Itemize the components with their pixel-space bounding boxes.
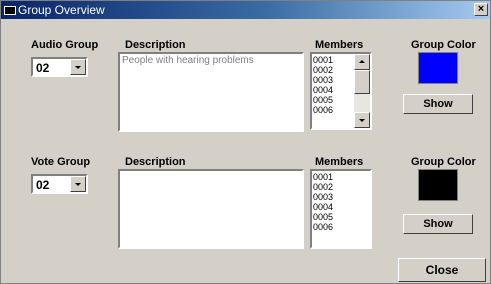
list-item[interactable]: 0004 xyxy=(313,202,333,212)
vote-members-label: Members xyxy=(315,156,364,168)
list-item[interactable]: 0001 xyxy=(313,172,333,182)
vote-members-items: 0001 0002 0003 0004 0005 0006 xyxy=(313,172,333,232)
vote-group-color-swatch xyxy=(418,169,458,201)
audio-group-select[interactable]: 02 xyxy=(31,57,88,77)
list-item[interactable]: 0001 xyxy=(313,55,333,65)
audio-group-color-label: Group Color xyxy=(411,39,476,51)
audio-members-list[interactable]: 0001 0002 0003 0004 0005 0006 xyxy=(310,52,372,130)
list-item[interactable]: 0006 xyxy=(313,222,333,232)
title-bar[interactable]: Group Overview × xyxy=(1,1,490,19)
window-title: Group Overview xyxy=(18,3,105,17)
scroll-down-icon[interactable] xyxy=(354,112,370,128)
vote-show-button[interactable]: Show xyxy=(403,214,473,234)
audio-members-scrollbar[interactable] xyxy=(354,54,370,128)
audio-show-button[interactable]: Show xyxy=(403,94,473,114)
list-item[interactable]: 0005 xyxy=(313,212,333,222)
vote-description-label: Description xyxy=(125,156,186,168)
audio-description-field[interactable]: People with hearing problems xyxy=(118,52,304,132)
list-item[interactable]: 0005 xyxy=(313,95,333,105)
list-item[interactable]: 0003 xyxy=(313,192,333,202)
audio-description-label: Description xyxy=(125,39,186,51)
audio-members-label: Members xyxy=(315,39,364,51)
list-item[interactable]: 0003 xyxy=(313,75,333,85)
vote-group-color-label: Group Color xyxy=(411,156,476,168)
audio-group-label: Audio Group xyxy=(31,39,99,51)
vote-description-field[interactable] xyxy=(118,169,304,249)
vote-group-label: Vote Group xyxy=(31,156,91,168)
group-overview-window: Group Overview × Audio Group 02 Descript… xyxy=(0,0,491,284)
scroll-up-icon[interactable] xyxy=(354,54,370,70)
audio-group-color-swatch xyxy=(418,52,458,84)
list-item[interactable]: 0004 xyxy=(313,85,333,95)
window-close-button[interactable]: × xyxy=(474,3,488,16)
window-icon xyxy=(4,4,16,15)
vote-group-select[interactable]: 02 xyxy=(31,174,88,194)
list-item[interactable]: 0002 xyxy=(313,65,333,75)
scroll-thumb[interactable] xyxy=(354,70,370,94)
close-button[interactable]: Close xyxy=(398,258,486,282)
vote-group-value: 02 xyxy=(36,178,50,192)
audio-group-value: 02 xyxy=(36,61,50,75)
audio-members-items: 0001 0002 0003 0004 0005 0006 xyxy=(313,55,333,115)
chevron-down-icon[interactable] xyxy=(70,176,86,192)
list-item[interactable]: 0002 xyxy=(313,182,333,192)
list-item[interactable]: 0006 xyxy=(313,105,333,115)
vote-members-list[interactable]: 0001 0002 0003 0004 0005 0006 xyxy=(310,169,372,249)
audio-description-text: People with hearing problems xyxy=(122,55,254,66)
chevron-down-icon[interactable] xyxy=(70,59,86,75)
